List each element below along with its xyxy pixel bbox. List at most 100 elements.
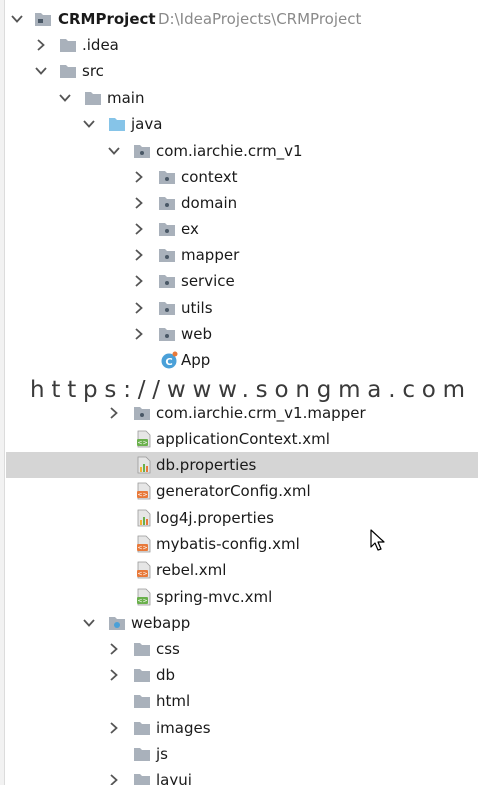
package-icon <box>158 194 176 212</box>
tree-label: applicationContext.xml <box>156 430 330 448</box>
tree-label: db <box>156 666 176 684</box>
chevron-right-icon[interactable] <box>107 721 121 735</box>
xml-file-icon: <> <box>135 561 153 579</box>
tree-row-db[interactable]: db <box>6 662 478 688</box>
tree-row-images[interactable]: images <box>6 715 478 741</box>
project-name: CRMProject <box>58 10 156 28</box>
java-class-icon: C <box>160 351 178 369</box>
spring-xml-icon: <> <box>135 588 153 606</box>
properties-file-icon <box>135 509 153 527</box>
chevron-right-icon[interactable] <box>34 38 48 52</box>
tree-label: main <box>107 89 145 107</box>
tree-row-domain[interactable]: domain <box>6 190 478 216</box>
package-icon <box>158 220 176 238</box>
tree-row-web[interactable]: web <box>6 321 478 347</box>
folder-icon <box>59 36 77 54</box>
folder-icon <box>133 666 151 684</box>
package-icon <box>158 246 176 264</box>
tree-row-spring-mvc[interactable]: <> spring-mvc.xml <box>6 584 478 610</box>
chevron-right-icon[interactable] <box>132 327 146 341</box>
chevron-down-icon[interactable] <box>107 144 121 158</box>
package-icon <box>158 168 176 186</box>
tree-label: mapper <box>181 246 240 264</box>
tree-row-idea[interactable]: .idea <box>6 32 478 58</box>
tree-label: webapp <box>131 614 191 632</box>
tree-row-generatorconfig[interactable]: <> generatorConfig.xml <box>6 478 478 504</box>
tree-row-mapper-package[interactable]: com.iarchie.crm_v1.mapper <box>6 400 478 426</box>
tree-label: log4j.properties <box>156 509 274 527</box>
chevron-right-icon[interactable] <box>132 222 146 236</box>
package-icon <box>158 299 176 317</box>
chevron-down-icon[interactable] <box>82 117 96 131</box>
tree-row-app[interactable]: C App <box>6 347 478 373</box>
package-icon <box>133 142 151 160</box>
tree-row-mapper[interactable]: mapper <box>6 242 478 268</box>
module-folder-icon <box>34 10 52 28</box>
folder-icon <box>133 771 151 785</box>
mouse-cursor-icon <box>370 529 386 557</box>
tree-row-html[interactable]: html <box>6 688 478 714</box>
tree-label: web <box>181 325 213 343</box>
tree-row-db-properties[interactable]: db.properties <box>6 452 478 478</box>
tree-label: utils <box>181 299 213 317</box>
tree-label: generatorConfig.xml <box>156 482 311 500</box>
tree-row-package[interactable]: com.iarchie.crm_v1 <box>6 138 478 164</box>
tree-label: ex <box>181 220 199 238</box>
folder-icon <box>133 640 151 658</box>
properties-file-icon <box>135 456 153 474</box>
tree-row-applicationcontext[interactable]: <> applicationContext.xml <box>6 426 478 452</box>
tree-label: com.iarchie.crm_v1.mapper <box>156 404 366 422</box>
svg-text:<>: <> <box>137 545 147 552</box>
tree-row-webapp[interactable]: webapp <box>6 610 478 636</box>
left-gutter <box>0 0 5 785</box>
project-path: D:\IdeaProjects\CRMProject <box>158 10 362 28</box>
chevron-down-icon[interactable] <box>82 616 96 630</box>
chevron-right-icon[interactable] <box>132 248 146 262</box>
tree-label: context <box>181 168 238 186</box>
tree-row-rebel[interactable]: <> rebel.xml <box>6 557 478 583</box>
tree-row-ex[interactable]: ex <box>6 216 478 242</box>
tree-row-src[interactable]: src <box>6 58 478 84</box>
folder-icon <box>84 89 102 107</box>
tree-row-css[interactable]: css <box>6 636 478 662</box>
tree-row-layui[interactable]: layui <box>6 767 478 785</box>
tree-label: .idea <box>82 36 119 54</box>
folder-icon <box>133 719 151 737</box>
package-icon <box>133 404 151 422</box>
tree-label: rebel.xml <box>156 561 227 579</box>
chevron-right-icon[interactable] <box>107 406 121 420</box>
tree-row-utils[interactable]: utils <box>6 295 478 321</box>
source-folder-icon <box>108 115 126 133</box>
tree-row-crmproject[interactable]: CRMProject D:\IdeaProjects\CRMProject <box>6 6 478 32</box>
tree-row-java[interactable]: java <box>6 111 478 137</box>
chevron-down-icon[interactable] <box>58 91 72 105</box>
package-icon <box>158 325 176 343</box>
svg-text:<>: <> <box>137 440 147 447</box>
chevron-down-icon[interactable] <box>10 12 24 26</box>
tree-label: db.properties <box>156 456 257 474</box>
package-icon <box>158 272 176 290</box>
chevron-right-icon[interactable] <box>107 668 121 682</box>
chevron-right-icon[interactable] <box>132 301 146 315</box>
web-folder-icon <box>108 614 126 632</box>
tree-row-context[interactable]: context <box>6 164 478 190</box>
svg-text:C: C <box>165 357 172 368</box>
svg-text:<>: <> <box>137 571 147 578</box>
chevron-down-icon[interactable] <box>34 64 48 78</box>
chevron-right-icon[interactable] <box>132 274 146 288</box>
folder-icon <box>133 745 151 763</box>
tree-row-service[interactable]: service <box>6 268 478 294</box>
tree-label: js <box>156 745 168 763</box>
tree-row-js[interactable]: js <box>6 741 478 767</box>
chevron-right-icon[interactable] <box>107 773 121 785</box>
xml-file-icon: <> <box>135 535 153 553</box>
tree-label: java <box>131 115 163 133</box>
tree-row-log4j[interactable]: log4j.properties <box>6 505 478 531</box>
chevron-right-icon[interactable] <box>107 642 121 656</box>
tree-label: src <box>82 62 104 80</box>
svg-text:<>: <> <box>137 492 147 499</box>
tree-row-mybatis-config[interactable]: <> mybatis-config.xml <box>6 531 478 557</box>
tree-row-main[interactable]: main <box>6 85 478 111</box>
chevron-right-icon[interactable] <box>132 196 146 210</box>
chevron-right-icon[interactable] <box>132 170 146 184</box>
